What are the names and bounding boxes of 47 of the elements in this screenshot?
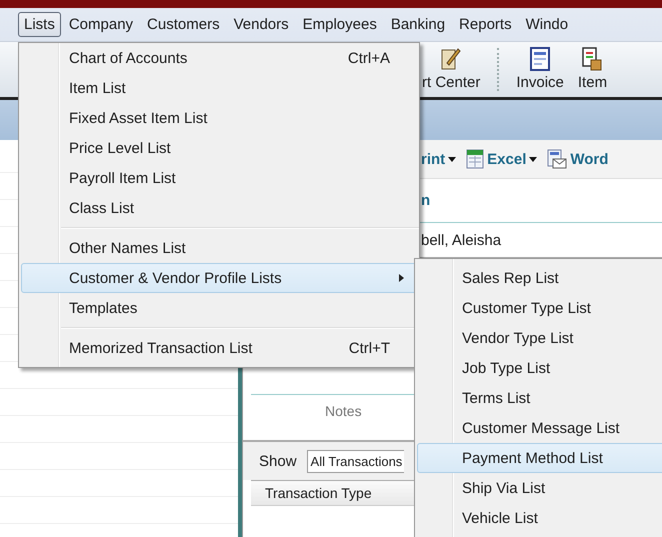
menu-item[interactable]: Class List [21, 193, 417, 223]
caret-icon [448, 156, 456, 162]
menu-item[interactable]: Customer Type List [417, 293, 662, 323]
menu-item[interactable]: Customer & Vendor Profile Lists [21, 263, 417, 293]
toolbar-button[interactable]: Invoice [509, 42, 571, 97]
menu-item[interactable]: Fixed Asset Item List [21, 103, 417, 133]
menu-item[interactable]: Other Names List [21, 233, 417, 263]
menu-item[interactable]: Vendor Type List [417, 323, 662, 353]
menu-item[interactable]: Price Level List [21, 133, 417, 163]
toolbar-button[interactable]: rt Center [415, 42, 488, 97]
document-icon [529, 47, 552, 71]
document-envelope-icon [547, 149, 568, 169]
notepad-icon [441, 47, 462, 71]
caret-icon [529, 156, 538, 162]
menu-bar-item[interactable]: Windo [520, 12, 574, 37]
menu-bar-item[interactable]: Lists [18, 12, 61, 37]
show-dropdown[interactable]: All Transactions [306, 450, 404, 472]
menu-item[interactable]: Job Type List [417, 353, 662, 383]
menu-item[interactable]: Templates [21, 293, 417, 323]
toolbar-button[interactable]: Item [570, 42, 614, 97]
spreadsheet-icon [466, 149, 484, 169]
submenu-arrow-icon [399, 274, 404, 282]
menu-bar-item[interactable]: Company [62, 12, 140, 37]
menu-item[interactable]: Chart of Accounts Ctrl+A [21, 43, 417, 73]
menu-item[interactable]: Vehicle List [417, 503, 662, 533]
action-button[interactable]: rint [421, 150, 456, 168]
menu-bar-item[interactable]: Reports [453, 12, 518, 37]
menu-bar-item[interactable]: Customers [141, 12, 226, 37]
menu-item[interactable]: Item List [21, 73, 417, 103]
notes-label: Notes [325, 403, 362, 421]
menu-item[interactable]: Ship Via List [417, 473, 662, 503]
action-button[interactable]: Word [547, 149, 608, 169]
section-heading: n [421, 192, 430, 209]
menu-item[interactable]: Customer Message List [417, 413, 662, 443]
menu-item[interactable]: Memorized Transaction List Ctrl+T [21, 333, 417, 363]
menu-item[interactable]: Payroll Item List [21, 163, 417, 193]
action-button[interactable]: Excel [466, 149, 538, 169]
menu-bar-item[interactable]: Employees [296, 12, 383, 37]
menu-item[interactable]: Terms List [417, 383, 662, 413]
menu-item[interactable]: Payment Method List [417, 443, 662, 473]
menu-bar-item[interactable]: Banking [384, 12, 452, 37]
menu-item[interactable]: Sales Rep List [417, 263, 662, 293]
menu-bar-item[interactable]: Vendors [228, 12, 295, 37]
column-header[interactable]: Transaction Type [251, 480, 414, 506]
show-label: Show [259, 452, 297, 470]
customer-name: bell, Aleisha [421, 232, 502, 248]
document-box-icon [581, 47, 604, 71]
